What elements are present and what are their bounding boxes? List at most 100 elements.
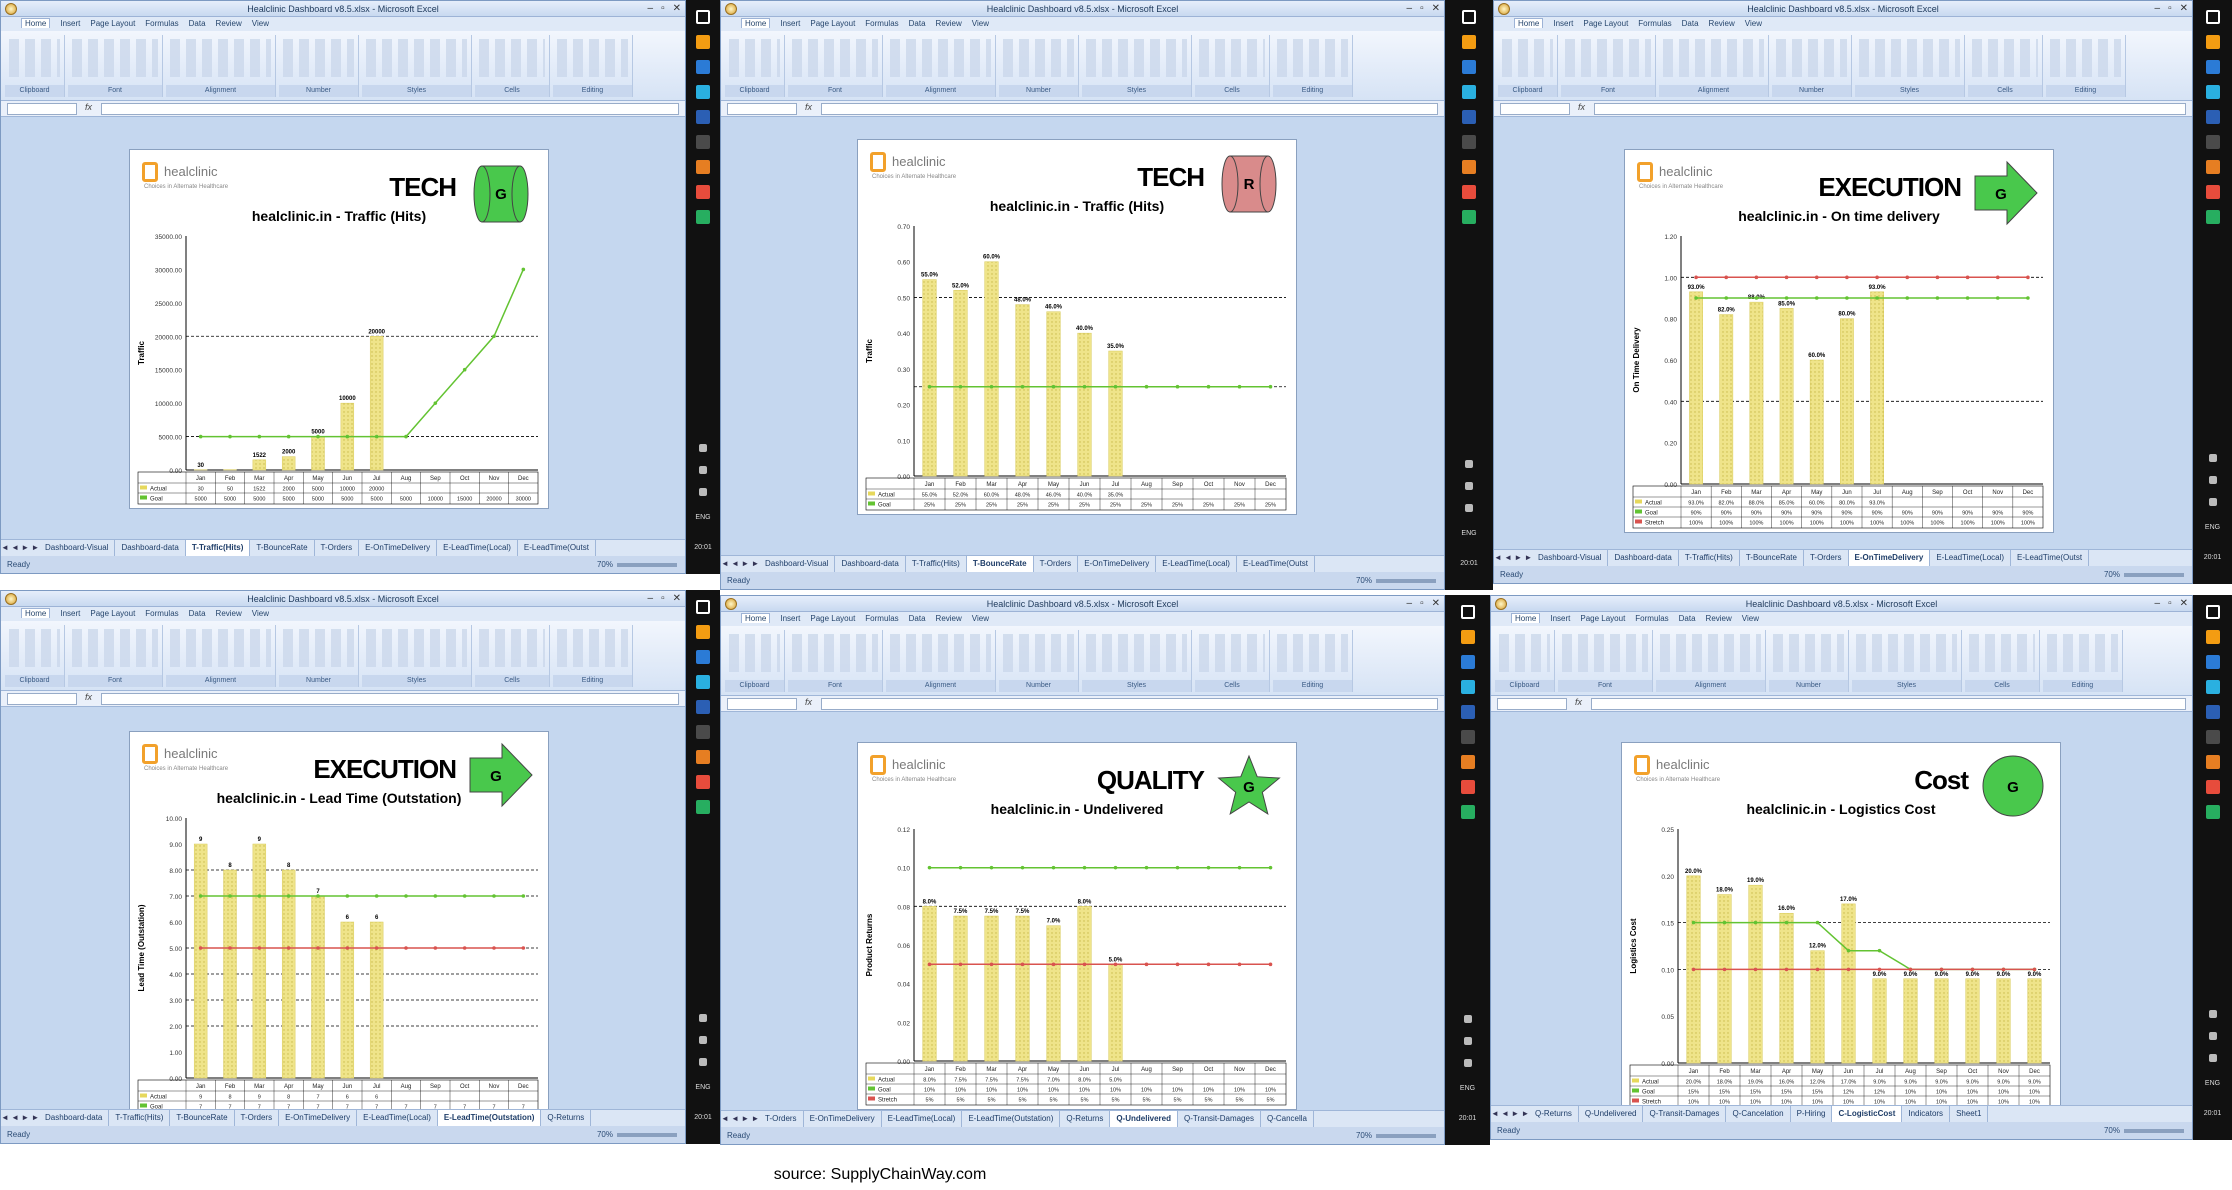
ribbon-buttons[interactable]	[1199, 634, 1265, 672]
sheet-tab[interactable]: Dashboard-data	[835, 556, 906, 572]
explorer-icon[interactable]	[696, 650, 710, 664]
ribbon-buttons[interactable]	[1003, 634, 1074, 672]
zoom-control[interactable]: 70%	[1356, 1127, 1436, 1144]
explorer-icon[interactable]	[1462, 60, 1476, 74]
ribbon-buttons[interactable]	[1086, 39, 1187, 77]
ribbon-buttons[interactable]	[479, 629, 545, 667]
start-icon[interactable]	[696, 10, 710, 24]
ribbon-tab-review[interactable]: Review	[936, 19, 962, 28]
close-button[interactable]: ✕	[673, 3, 681, 14]
search-icon[interactable]	[1462, 35, 1476, 49]
ribbon-tab-page-layout[interactable]: Page Layout	[1580, 614, 1625, 623]
sheet-tab[interactable]: Q-Returns	[1529, 1106, 1579, 1122]
ribbon-tab-formulas[interactable]: Formulas	[865, 614, 898, 623]
worksheet-area[interactable]: healclinic Choices in Alternate Healthcar…	[721, 712, 1444, 1110]
name-box[interactable]	[727, 698, 797, 710]
close-button[interactable]: ✕	[1432, 598, 1440, 609]
ribbon-buttons[interactable]	[1663, 39, 1764, 77]
powerpoint-icon[interactable]	[1460, 780, 1475, 794]
name-box[interactable]	[1500, 103, 1570, 115]
minimize-button[interactable]: –	[1407, 598, 1413, 609]
sheet-tab[interactable]: Dashboard-data	[115, 540, 186, 556]
powerpoint-icon[interactable]	[2205, 780, 2220, 794]
minimize-button[interactable]: –	[2155, 3, 2161, 14]
maximize-button[interactable]: ▫	[661, 593, 665, 604]
chrome-icon[interactable]	[696, 160, 710, 174]
sheet-tab[interactable]: Q-Returns	[541, 1110, 592, 1126]
ribbon-tab-page-layout[interactable]: Page Layout	[810, 614, 855, 623]
sheet-tab[interactable]: E-OnTimeDelivery	[1078, 556, 1157, 572]
chrome-icon[interactable]	[2205, 160, 2220, 174]
excel-icon[interactable]	[2205, 210, 2220, 224]
office-button-icon[interactable]	[725, 598, 737, 610]
chrome-icon[interactable]	[1460, 755, 1475, 769]
worksheet-area[interactable]: healclinic Choices in Alternate Healthcar…	[1, 117, 685, 539]
ribbon-buttons[interactable]	[2047, 634, 2118, 672]
ribbon-buttons[interactable]	[729, 39, 780, 77]
ribbon-tab-data[interactable]: Data	[909, 19, 926, 28]
sheet-nav-arrows[interactable]: ◄ ◄ ► ►	[721, 556, 759, 572]
sheet-nav-arrows[interactable]: ◄ ◄ ► ►	[1, 540, 39, 556]
ribbon-tab-view[interactable]: View	[1745, 19, 1762, 28]
ribbon-buttons[interactable]	[479, 39, 545, 77]
sheet-tab[interactable]: T-BounceRate	[1740, 550, 1804, 566]
maximize-button[interactable]: ▫	[661, 3, 665, 14]
start-icon[interactable]	[1462, 10, 1476, 24]
sheet-tab[interactable]: E-OnTimeDelivery	[279, 1110, 358, 1126]
excel-icon[interactable]	[696, 800, 710, 814]
sheet-tab[interactable]: T-Traffic(Hits)	[1679, 550, 1740, 566]
sheet-nav-arrows[interactable]: ◄ ◄ ► ►	[1491, 1106, 1529, 1122]
sheet-tab[interactable]: Dashboard-Visual	[1532, 550, 1609, 566]
worksheet-area[interactable]: healclinic Choices in Alternate Healthcar…	[1, 707, 685, 1127]
ribbon-tab-insert[interactable]: Insert	[780, 19, 800, 28]
word-icon[interactable]	[1460, 730, 1475, 744]
start-icon[interactable]	[2205, 605, 2220, 619]
name-box[interactable]	[727, 103, 797, 115]
powerpoint-icon[interactable]	[1462, 185, 1476, 199]
ribbon-tab-data[interactable]: Data	[189, 19, 206, 28]
ribbon-tab-data[interactable]: Data	[1682, 19, 1699, 28]
chevron-up-icon[interactable]	[1465, 460, 1473, 468]
volume-icon[interactable]	[699, 488, 707, 496]
ribbon-tab-view[interactable]: View	[252, 609, 269, 618]
zoom-slider[interactable]	[617, 562, 677, 567]
sheet-tab[interactable]: Q-Cancelation	[1726, 1106, 1791, 1122]
sheet-tab[interactable]: Dashboard-Visual	[759, 556, 836, 572]
word-icon[interactable]	[2205, 730, 2220, 744]
sheet-tab[interactable]: T-Orders	[315, 540, 360, 556]
skype-icon[interactable]	[1462, 110, 1476, 124]
ribbon-tab-home[interactable]: Home	[741, 18, 771, 28]
ribbon-tab-insert[interactable]: Insert	[60, 19, 80, 28]
sheet-tab[interactable]: T-Orders	[759, 1111, 804, 1127]
ribbon-tab-review[interactable]: Review	[216, 609, 242, 618]
minimize-button[interactable]: –	[648, 3, 654, 14]
ribbon-tab-page-layout[interactable]: Page Layout	[90, 609, 135, 618]
ribbon-buttons[interactable]	[283, 629, 354, 667]
ribbon-tab-review[interactable]: Review	[1709, 19, 1735, 28]
network-icon[interactable]	[1465, 482, 1473, 490]
ribbon-tab-page-layout[interactable]: Page Layout	[1583, 19, 1628, 28]
sheet-tab[interactable]: E-OnTimeDelivery	[1848, 550, 1931, 566]
ribbon-buttons[interactable]	[1499, 634, 1550, 672]
ribbon-buttons[interactable]	[170, 629, 271, 667]
ribbon-buttons[interactable]	[1199, 39, 1265, 77]
volume-icon[interactable]	[1463, 1059, 1472, 1067]
powerpoint-icon[interactable]	[2205, 185, 2220, 199]
sheet-tab[interactable]: T-Traffic(Hits)	[906, 556, 967, 572]
chevron-up-icon[interactable]	[699, 1014, 707, 1022]
sheet-tab[interactable]: E-OnTimeDelivery	[359, 540, 438, 556]
ribbon-tab-formulas[interactable]: Formulas	[1638, 19, 1671, 28]
chrome-icon[interactable]	[1462, 160, 1476, 174]
ribbon-tab-home[interactable]: Home	[1511, 613, 1541, 623]
ribbon-tab-data[interactable]: Data	[189, 609, 206, 618]
start-icon[interactable]	[696, 600, 710, 614]
network-icon[interactable]	[2208, 1032, 2217, 1040]
edge-icon[interactable]	[1462, 85, 1476, 99]
ribbon-buttons[interactable]	[9, 629, 60, 667]
minimize-button[interactable]: –	[1407, 3, 1413, 14]
zoom-control[interactable]: 70%	[597, 556, 677, 573]
sheet-tab[interactable]: Dashboard-data	[1608, 550, 1679, 566]
skype-icon[interactable]	[696, 700, 710, 714]
zoom-control[interactable]: 70%	[2104, 566, 2184, 583]
volume-icon[interactable]	[1465, 504, 1473, 512]
